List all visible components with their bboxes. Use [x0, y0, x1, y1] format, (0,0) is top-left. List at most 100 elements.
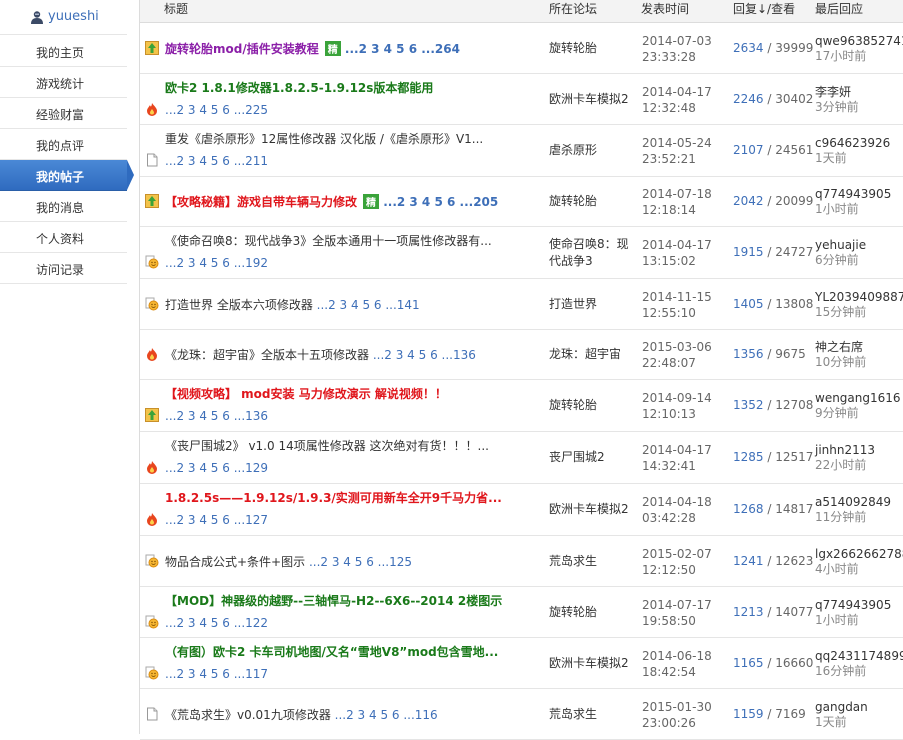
page-links[interactable]: ...2 3 4 5 6 ...129: [165, 461, 268, 475]
last-reply-user[interactable]: 李李妍: [815, 85, 859, 100]
page-links[interactable]: ...2 3 4 5 6 ...136: [373, 348, 476, 362]
page-links[interactable]: ...2 3 4 5 6 ...117: [165, 667, 268, 681]
date-time: 03:42:28: [642, 511, 696, 525]
post-date: 2015-01-30 23:00:26: [642, 699, 712, 731]
date-time: 12:18:14: [642, 203, 696, 217]
sidebar-item-1[interactable]: 游戏统计: [0, 67, 127, 98]
post-title-link[interactable]: 【视频攻略】 mod安装 马力修改演示 解说视频！！: [165, 387, 447, 401]
reply-count[interactable]: 1915: [733, 245, 764, 259]
page-links[interactable]: ...2 3 4 5 6 ...136: [165, 409, 268, 423]
forum-link[interactable]: 打造世界: [549, 296, 637, 313]
post-title-link[interactable]: （有图）欧卡2 卡车司机地图/又名“雪地V8”mod包含雪地...: [165, 645, 498, 659]
view-count: 16660: [775, 656, 814, 670]
last-reply-user[interactable]: q774943905: [815, 598, 891, 613]
reply-count[interactable]: 2042: [733, 194, 764, 208]
reply-count[interactable]: 1352: [733, 398, 764, 412]
post-title-link[interactable]: 欧卡2 1.8.1修改器1.8.2.5-1.9.12s版本都能用: [165, 81, 433, 95]
last-reply-user[interactable]: c964623926: [815, 136, 890, 151]
last-reply-user[interactable]: q774943905: [815, 187, 891, 202]
sidebar-item-6[interactable]: 个人资料: [0, 222, 127, 253]
date-day: 2014-09-14: [642, 391, 712, 405]
reply-view-stats: 1165 / 16660: [733, 656, 813, 670]
last-reply-user[interactable]: 神之右席: [815, 340, 866, 355]
post-title-link[interactable]: 打造世界 全版本六项修改器: [165, 298, 313, 312]
post-title-link[interactable]: 《荒岛求生》v0.01九项修改器: [165, 708, 331, 722]
reply-count[interactable]: 1165: [733, 656, 764, 670]
page-links[interactable]: ...2 3 4 5 6 ...127: [165, 513, 268, 527]
forum-link[interactable]: 欧洲卡车模拟2: [549, 655, 637, 672]
forum-link[interactable]: 荒岛求生: [549, 553, 637, 570]
col-stats[interactable]: 回复↓/查看: [733, 0, 795, 17]
page-links[interactable]: ...2 3 4 5 6 ...122: [165, 616, 268, 630]
last-reply-time: 1小时前: [815, 202, 859, 216]
last-reply-user[interactable]: lgx2662662788: [815, 547, 903, 562]
last-reply: wengang1616 9分钟前: [815, 391, 901, 421]
forum-link[interactable]: 欧洲卡车模拟2: [549, 501, 637, 518]
last-reply-user[interactable]: a514092849: [815, 495, 891, 510]
forum-link[interactable]: 虐杀原形: [549, 142, 637, 159]
page-links[interactable]: ...2 3 4 5 6 ...125: [309, 555, 412, 569]
page-links[interactable]: ...2 3 4 5 6 ...211: [165, 154, 268, 168]
last-reply-user[interactable]: qwe963852741: [815, 34, 903, 49]
reply-view-stats: 1159 / 7169: [733, 707, 806, 721]
forum-link[interactable]: 丧尸围城2: [549, 449, 637, 466]
view-count: 9675: [775, 347, 806, 361]
post-title-cell: 【攻略秘籍】游戏自带车辆马力修改精 ...2 3 4 5 6 ...205: [165, 193, 498, 210]
reply-count[interactable]: 1356: [733, 347, 764, 361]
sidebar-item-4[interactable]: 我的帖子: [0, 160, 127, 191]
last-reply-user[interactable]: wengang1616: [815, 391, 901, 406]
sidebar-item-0[interactable]: 我的主页: [0, 36, 127, 67]
reply-count[interactable]: 1285: [733, 450, 764, 464]
page-links[interactable]: ...2 3 4 5 6 ...264: [345, 42, 460, 56]
last-reply-time: 22小时前: [815, 458, 867, 472]
reply-count[interactable]: 1405: [733, 297, 764, 311]
forum-link[interactable]: 龙珠：超宇宙: [549, 346, 637, 363]
reply-count[interactable]: 2246: [733, 92, 764, 106]
date-day: 2014-05-24: [642, 136, 712, 150]
last-reply-user[interactable]: YL2039409887: [815, 290, 903, 305]
reply-count[interactable]: 1213: [733, 605, 764, 619]
post-title-link[interactable]: 《龙珠：超宇宙》全版本十五项修改器: [165, 348, 369, 362]
table-row: 重发《虐杀原形》12属性修改器 汉化版 /《虐杀原形》V1... ...2 3 4…: [140, 125, 903, 177]
page-links[interactable]: ...2 3 4 5 6 ...205: [383, 195, 498, 209]
reply-count[interactable]: 2634: [733, 41, 764, 55]
last-reply-user[interactable]: jinhn2113: [815, 443, 875, 458]
reply-count[interactable]: 2107: [733, 143, 764, 157]
post-title-link[interactable]: 《使命召唤8：现代战争3》全版本通用十一项属性修改器有...: [165, 234, 492, 248]
page-links[interactable]: ...2 3 4 5 6 ...192: [165, 256, 268, 270]
last-reply-user[interactable]: gangdan: [815, 700, 868, 715]
forum-link[interactable]: 旋转轮胎: [549, 193, 637, 210]
post-title-link[interactable]: 物品合成公式+条件+图示: [165, 555, 305, 569]
sidebar-item-5[interactable]: 我的消息: [0, 191, 127, 222]
last-reply-user[interactable]: qq2431174899: [815, 649, 903, 664]
forum-link[interactable]: 使命召唤8：现代战争3: [549, 236, 637, 270]
post-title-link[interactable]: 1.8.2.5s——1.9.12s/1.9.3/实测可用新车全开9千马力省...: [165, 491, 502, 505]
username[interactable]: yuueshi: [48, 9, 99, 24]
post-date: 2015-02-07 12:12:50: [642, 546, 712, 578]
table-row: 【MOD】神器级的越野--三轴悍马-H2--6X6--2014 2楼图示 ...2…: [140, 587, 903, 638]
post-title-link[interactable]: 【攻略秘籍】游戏自带车辆马力修改: [165, 195, 357, 209]
stats-separator: /: [763, 707, 776, 721]
forum-link[interactable]: 荒岛求生: [549, 706, 637, 723]
forum-link[interactable]: 旋转轮胎: [549, 397, 637, 414]
last-reply-user[interactable]: yehuajie: [815, 238, 866, 253]
post-title-link[interactable]: 重发《虐杀原形》12属性修改器 汉化版 /《虐杀原形》V1...: [165, 132, 483, 146]
post-title-link[interactable]: 旋转轮胎mod/插件安装教程: [165, 42, 319, 56]
sidebar-item-2[interactable]: 经验财富: [0, 98, 127, 129]
reply-count[interactable]: 1159: [733, 707, 764, 721]
sidebar-item-label: 个人资料: [36, 232, 85, 246]
forum-link[interactable]: 旋转轮胎: [549, 40, 637, 57]
sidebar-item-7[interactable]: 访问记录: [0, 253, 127, 284]
forum-link[interactable]: 旋转轮胎: [549, 604, 637, 621]
page-links[interactable]: ...2 3 4 5 6 ...225: [165, 103, 268, 117]
reply-count[interactable]: 1268: [733, 502, 764, 516]
page-links[interactable]: ...2 3 4 5 6 ...141: [317, 298, 420, 312]
sidebar-item-3[interactable]: 我的点评: [0, 129, 127, 160]
post-title-link[interactable]: 【MOD】神器级的越野--三轴悍马-H2--6X6--2014 2楼图示: [165, 594, 502, 608]
page-links[interactable]: ...2 3 4 5 6 ...116: [335, 708, 438, 722]
forum-link[interactable]: 欧洲卡车模拟2: [549, 91, 637, 108]
post-title-link[interactable]: 《丧尸围城2》 v1.0 14项属性修改器 这次绝对有货！！！...: [165, 439, 489, 453]
reply-count[interactable]: 1241: [733, 554, 764, 568]
last-reply: q774943905 1小时前: [815, 187, 891, 217]
upgrade-icon: [145, 194, 159, 208]
